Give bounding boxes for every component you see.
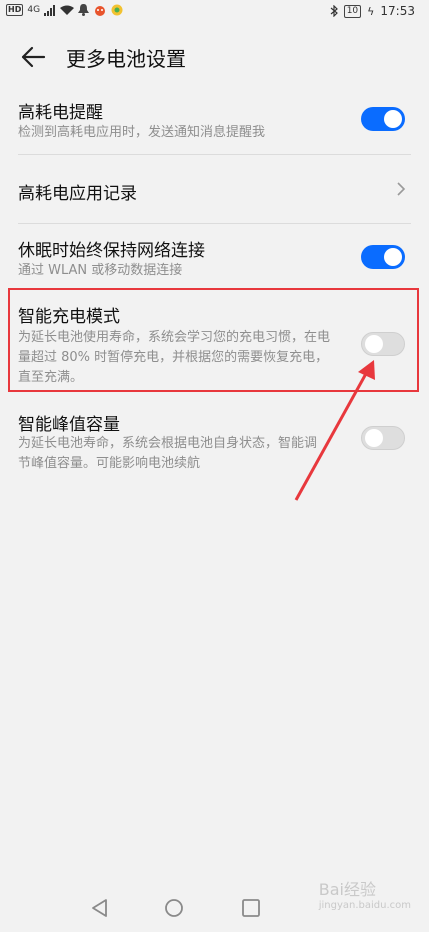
nav-recents-icon[interactable]: [242, 899, 260, 917]
nav-home-icon[interactable]: [164, 898, 184, 918]
watermark: Bai经验 jingyan.baidu.com: [319, 876, 411, 911]
watermark-url: jingyan.baidu.com: [318, 900, 411, 911]
annotation-arrow: [294, 360, 375, 501]
watermark-brand: Bai经验: [318, 880, 376, 899]
nav-back-icon[interactable]: [90, 898, 110, 918]
